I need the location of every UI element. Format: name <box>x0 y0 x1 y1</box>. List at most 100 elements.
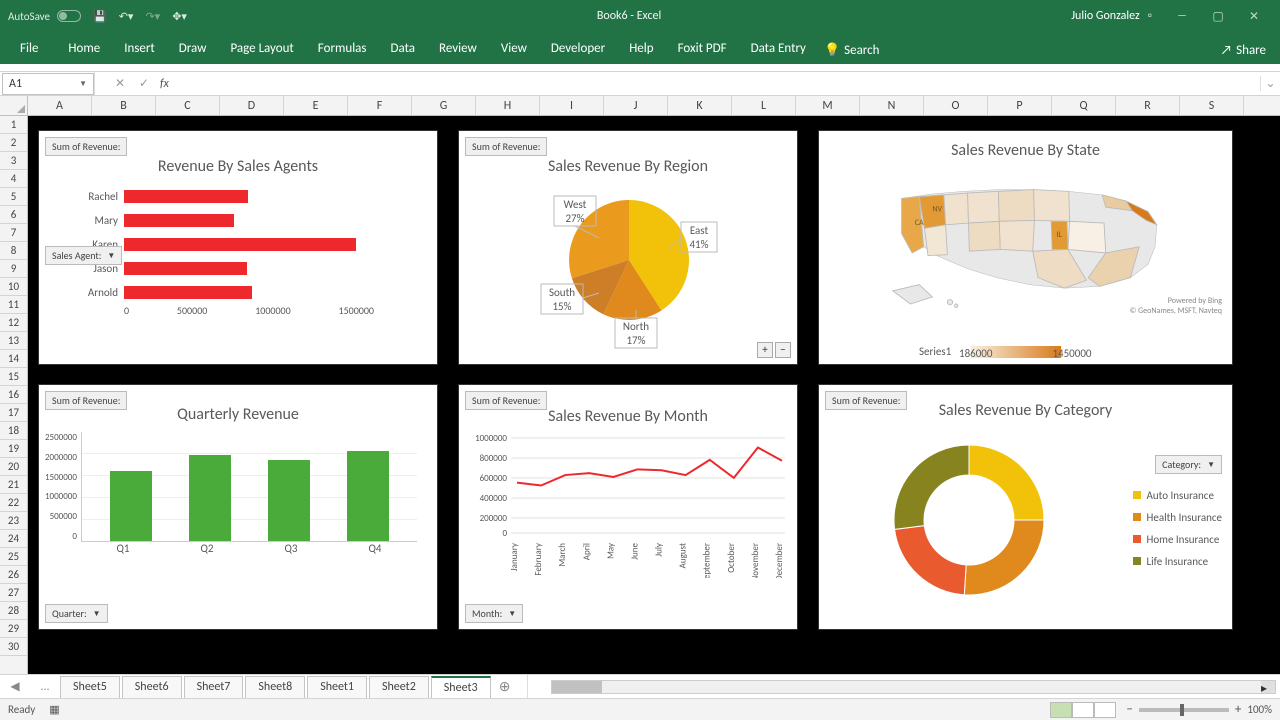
row-header[interactable]: 25 <box>0 548 27 566</box>
expand-field-button[interactable]: + <box>757 342 773 358</box>
slicer-month[interactable]: Month:▼ <box>465 604 523 623</box>
row-header[interactable]: 20 <box>0 458 27 476</box>
sheet-tab[interactable]: Sheet5 <box>60 676 120 698</box>
save-button[interactable]: 💾 <box>93 10 107 23</box>
chart-revenue-by-month[interactable]: Sum of Revenue: Sales Revenue By Month 1… <box>458 384 798 630</box>
undo-button[interactable]: ↶▾ <box>119 10 134 23</box>
close-button[interactable]: ✕ <box>1236 9 1272 24</box>
tab-view[interactable]: View <box>489 35 539 64</box>
row-header[interactable]: 26 <box>0 566 27 584</box>
row-header[interactable]: 15 <box>0 368 27 386</box>
sheet-tab[interactable]: Sheet8 <box>245 676 305 698</box>
row-header[interactable]: 9 <box>0 260 27 278</box>
column-header[interactable]: I <box>540 96 604 115</box>
row-header[interactable]: 2 <box>0 134 27 152</box>
tab-foxit[interactable]: Foxit PDF <box>666 35 739 64</box>
row-header[interactable]: 21 <box>0 476 27 494</box>
tab-help[interactable]: Help <box>617 35 665 64</box>
row-header[interactable]: 16 <box>0 386 27 404</box>
tab-home[interactable]: Home <box>56 35 112 64</box>
tab-dataentry[interactable]: Data Entry <box>739 35 818 64</box>
row-header[interactable]: 30 <box>0 638 27 656</box>
minimize-button[interactable]: ― <box>1164 9 1200 24</box>
new-sheet-button[interactable]: ⊕ <box>493 678 517 695</box>
worksheet-grid[interactable]: ABCDEFGHIJKLMNOPQRS 12345678910111213141… <box>0 96 1280 674</box>
column-header[interactable]: D <box>220 96 284 115</box>
macro-record-icon[interactable]: ▦ <box>49 703 59 716</box>
column-header[interactable]: A <box>28 96 92 115</box>
chart-quarterly-revenue[interactable]: Sum of Revenue: Quarterly Revenue 250000… <box>38 384 438 630</box>
zoom-out-button[interactable]: − <box>1126 702 1132 717</box>
sheet-overflow-button[interactable]: ... <box>40 680 49 694</box>
cancel-formula-icon[interactable]: ✕ <box>108 76 132 91</box>
row-header[interactable]: 27 <box>0 584 27 602</box>
tab-review[interactable]: Review <box>427 35 489 64</box>
row-header[interactable]: 6 <box>0 206 27 224</box>
expand-formula-bar[interactable]: ⌄ <box>1260 76 1280 91</box>
column-header[interactable]: H <box>476 96 540 115</box>
row-header[interactable]: 3 <box>0 152 27 170</box>
column-header[interactable]: K <box>668 96 732 115</box>
row-header[interactable]: 19 <box>0 440 27 458</box>
row-header[interactable]: 13 <box>0 332 27 350</box>
chart-revenue-by-state-map[interactable]: Sales Revenue By State <box>818 130 1233 365</box>
slicer-category[interactable]: Category:▼ <box>1155 455 1222 474</box>
maximize-button[interactable]: ▢ <box>1200 9 1236 24</box>
redo-button[interactable]: ↷▾ <box>145 10 160 23</box>
slicer-sales-agent[interactable]: Sales Agent:▼ <box>45 246 122 265</box>
row-header[interactable]: 12 <box>0 314 27 332</box>
row-header[interactable]: 7 <box>0 224 27 242</box>
enter-formula-icon[interactable]: ✓ <box>132 76 156 91</box>
row-header[interactable]: 28 <box>0 602 27 620</box>
chart-revenue-by-region[interactable]: Sum of Revenue: Sales Revenue By Region … <box>458 130 798 365</box>
column-header[interactable]: R <box>1116 96 1180 115</box>
tell-me-search[interactable]: 💡Search <box>818 37 886 64</box>
column-header[interactable]: B <box>92 96 156 115</box>
tab-formulas[interactable]: Formulas <box>306 35 379 64</box>
row-header[interactable]: 11 <box>0 296 27 314</box>
row-header[interactable]: 29 <box>0 620 27 638</box>
sheet-tab[interactable]: Sheet3 <box>431 676 491 698</box>
row-header[interactable]: 5 <box>0 188 27 206</box>
fx-icon[interactable]: fx <box>156 77 173 91</box>
sheet-tab[interactable]: Sheet1 <box>307 676 367 698</box>
row-header[interactable]: 22 <box>0 494 27 512</box>
sheet-tab[interactable]: Sheet6 <box>122 676 182 698</box>
share-button[interactable]: ↗Share <box>1215 37 1272 64</box>
column-header[interactable]: E <box>284 96 348 115</box>
sheet-tab[interactable]: Sheet7 <box>184 676 244 698</box>
column-header[interactable]: C <box>156 96 220 115</box>
ribbon-options-button[interactable]: ▫ <box>1148 9 1152 23</box>
select-all-corner[interactable] <box>0 96 28 115</box>
sheet-tab[interactable]: Sheet2 <box>369 676 429 698</box>
row-header[interactable]: 14 <box>0 350 27 368</box>
row-header[interactable]: 24 <box>0 530 27 548</box>
column-header[interactable]: J <box>604 96 668 115</box>
view-pagelayout-button[interactable] <box>1072 702 1094 718</box>
row-header[interactable]: 18 <box>0 422 27 440</box>
zoom-slider[interactable] <box>1139 708 1229 712</box>
tab-data[interactable]: Data <box>379 35 428 64</box>
row-header[interactable]: 10 <box>0 278 27 296</box>
chart-revenue-by-agents[interactable]: Sum of Revenue: Sales Agent:▼ Revenue By… <box>38 130 438 365</box>
prev-sheet-button[interactable]: ◀ <box>10 679 19 694</box>
view-normal-button[interactable] <box>1050 702 1072 718</box>
user-name[interactable]: Julio Gonzalez <box>1071 9 1140 23</box>
name-box[interactable]: A1▼ <box>2 73 94 95</box>
row-header[interactable]: 23 <box>0 512 27 530</box>
column-header[interactable]: G <box>412 96 476 115</box>
column-header[interactable]: P <box>988 96 1052 115</box>
slicer-quarter[interactable]: Quarter:▼ <box>45 604 108 623</box>
column-header[interactable]: L <box>732 96 796 115</box>
row-header[interactable]: 8 <box>0 242 27 260</box>
row-header[interactable]: 1 <box>0 116 27 134</box>
column-header[interactable]: Q <box>1052 96 1116 115</box>
row-header[interactable]: 4 <box>0 170 27 188</box>
tab-draw[interactable]: Draw <box>167 35 219 64</box>
autosave-toggle[interactable]: AutoSave <box>8 10 81 23</box>
tab-insert[interactable]: Insert <box>112 35 167 64</box>
horizontal-scrollbar[interactable]: ◂▸ <box>551 680 1276 694</box>
view-pagebreak-button[interactable] <box>1094 702 1116 718</box>
zoom-level[interactable]: 100% <box>1247 703 1272 716</box>
column-header[interactable]: N <box>860 96 924 115</box>
